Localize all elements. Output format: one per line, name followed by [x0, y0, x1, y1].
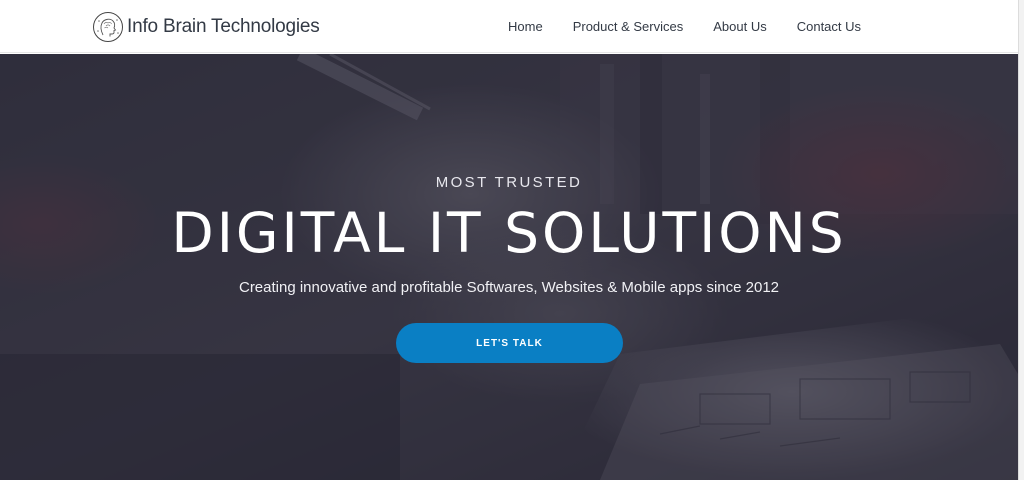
lets-talk-button[interactable]: LET'S TALK [396, 323, 623, 363]
nav-contact-us[interactable]: Contact Us [782, 19, 876, 34]
brand-logo-link[interactable]: Info Brain Technologies [92, 10, 320, 44]
nav-about-us[interactable]: About Us [698, 19, 781, 34]
hero-section: MOST TRUSTED DIGITAL IT SOLUTIONS Creati… [0, 54, 1024, 480]
window-scroll-edge[interactable] [1018, 0, 1024, 480]
hero-kicker: MOST TRUSTED [435, 174, 583, 191]
site-header: Info Brain Technologies Home Product & S… [0, 0, 1024, 53]
hero-content: MOST TRUSTED DIGITAL IT SOLUTIONS Creati… [0, 54, 1018, 480]
nav-home[interactable]: Home [493, 19, 558, 34]
nav-product-services[interactable]: Product & Services [558, 19, 699, 34]
brain-head-icon [93, 12, 123, 42]
brand-name: Info Brain Technologies [127, 16, 320, 37]
hero-subtitle: Creating innovative and profitable Softw… [238, 279, 780, 296]
main-nav: Home Product & Services About Us Contact… [493, 0, 876, 53]
page: Info Brain Technologies Home Product & S… [0, 0, 1024, 480]
hero-title: DIGITAL IT SOLUTIONS [171, 201, 847, 265]
